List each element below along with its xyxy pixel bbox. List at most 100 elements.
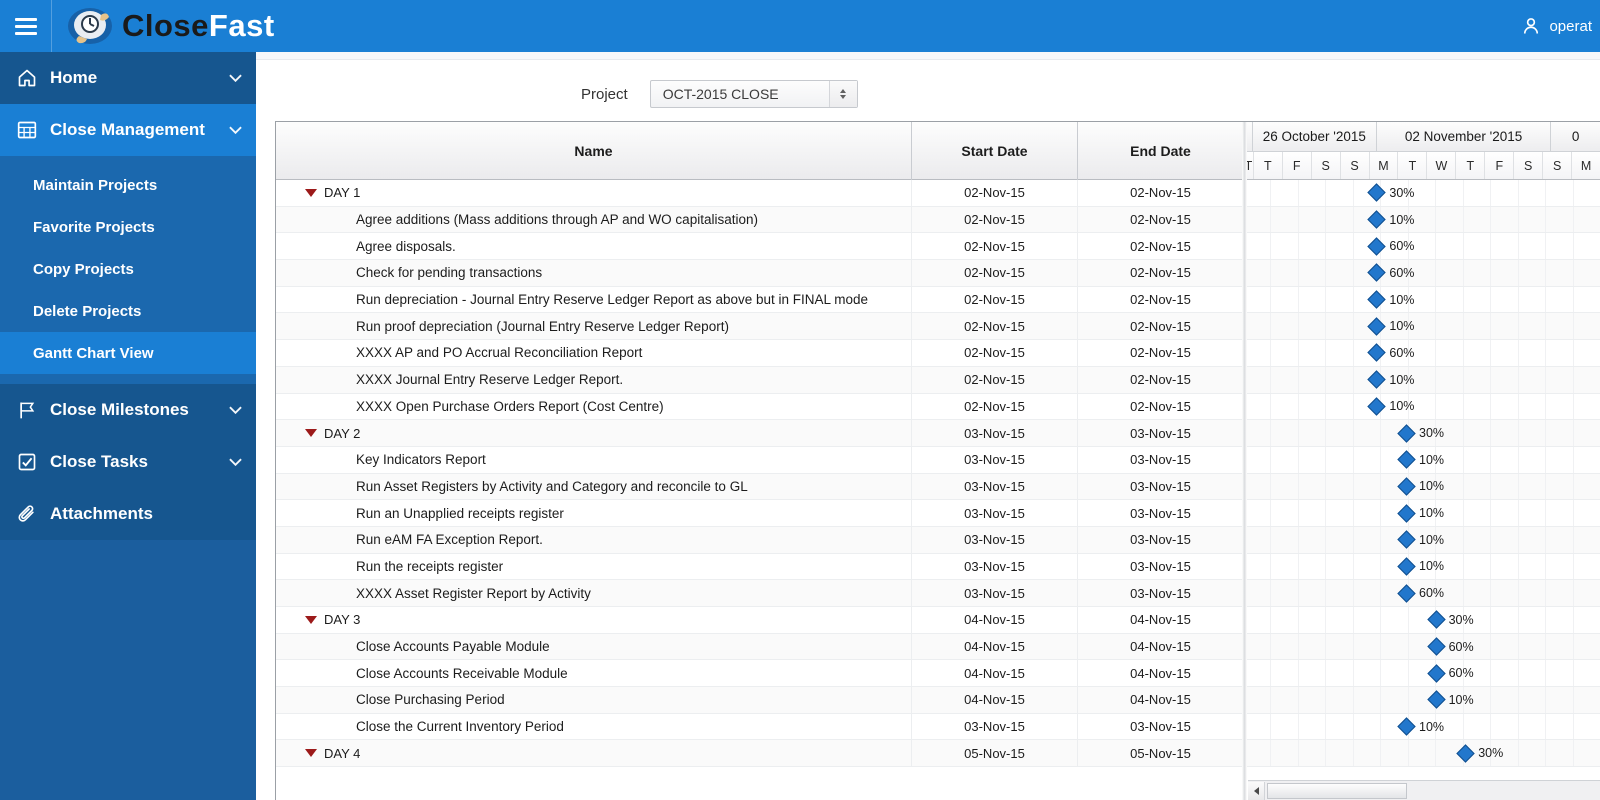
table-row[interactable]: Run the receipts register 03-Nov-15 03-Nov…: [276, 553, 1242, 581]
row-end-date: 03-Nov-15: [1077, 526, 1242, 553]
timeline-row: 10%: [1244, 393, 1600, 421]
sidebar-item-home[interactable]: Home: [0, 52, 256, 104]
milestone-marker[interactable]: 10%: [1367, 317, 1414, 336]
table-row[interactable]: XXXX AP and PO Accrual Reconciliation Re…: [276, 340, 1242, 367]
row-start-date: 03-Nov-15: [911, 500, 1077, 526]
timeline-row: 10%: [1244, 473, 1600, 501]
sidebar-subitem-delete-projects[interactable]: Delete Projects: [0, 290, 256, 332]
milestone-marker[interactable]: 60%: [1367, 343, 1414, 363]
milestone-marker[interactable]: 10%: [1397, 477, 1444, 496]
table-row[interactable]: Close Accounts Receivable Module 04-Nov-1…: [276, 660, 1242, 688]
milestone-marker[interactable]: 30%: [1456, 744, 1503, 763]
scroll-left-icon[interactable]: [1248, 781, 1265, 800]
table-row[interactable]: Run depreciation - Journal Entry Reserve…: [276, 286, 1242, 314]
user-menu[interactable]: operat: [1521, 0, 1600, 52]
project-select-value: OCT-2015 CLOSE: [662, 86, 779, 102]
milestone-marker[interactable]: 60%: [1367, 263, 1414, 283]
table-row[interactable]: Agree disposals. 02-Nov-15 02-Nov-15: [276, 233, 1242, 261]
table-row[interactable]: Run an Unapplied receipts register 03-Nov…: [276, 500, 1242, 527]
row-start-date: 04-Nov-15: [911, 687, 1077, 713]
table-row[interactable]: Close the Current Inventory Period 03-Nov…: [276, 713, 1242, 741]
close-management-submenu: Maintain Projects Favorite Projects Copy…: [0, 156, 256, 384]
milestone-marker[interactable]: 10%: [1397, 530, 1445, 549]
timeline-horizontal-scrollbar[interactable]: [1248, 780, 1600, 800]
sidebar-item-close-management[interactable]: Close Management: [0, 104, 256, 156]
table-row[interactable]: Run Asset Registers by Activity and Cate…: [276, 473, 1242, 501]
milestone-marker[interactable]: 10%: [1367, 290, 1414, 309]
milestone-marker[interactable]: 10%: [1397, 557, 1444, 576]
milestone-progress-label: 10%: [1419, 532, 1445, 547]
row-start-date: 03-Nov-15: [911, 420, 1077, 446]
timeline-day-label: T: [1254, 152, 1283, 179]
updown-arrow-icon[interactable]: [828, 81, 857, 107]
table-row[interactable]: Close Purchasing Period 04-Nov-15 04-Nov-1…: [276, 687, 1242, 714]
milestone-marker[interactable]: 60%: [1367, 237, 1414, 256]
task-row-name: Close the Current Inventory Period: [276, 714, 911, 740]
hamburger-icon[interactable]: [0, 0, 52, 52]
table-row[interactable]: XXXX Asset Register Report by Activity 03…: [276, 580, 1242, 607]
task-row-name: XXXX AP and PO Accrual Reconciliation Re…: [276, 340, 911, 366]
table-row[interactable]: DAY 2 03-Nov-15 03-Nov-15: [276, 420, 1242, 447]
row-name-label: XXXX Open Purchase Orders Report (Cost C…: [356, 398, 664, 414]
row-start-date: 02-Nov-15: [911, 340, 1077, 366]
table-row[interactable]: Agree additions (Mass additions through …: [276, 206, 1242, 234]
table-row[interactable]: DAY 3 04-Nov-15 04-Nov-15: [276, 607, 1242, 634]
row-end-date: 03-Nov-15: [1077, 553, 1242, 580]
milestone-marker[interactable]: 10%: [1367, 397, 1414, 416]
sidebar-subitem-gantt-chart-view[interactable]: Gantt Chart View: [0, 332, 256, 374]
column-header-end-date[interactable]: End Date: [1077, 122, 1242, 180]
row-name-label: XXXX AP and PO Accrual Reconciliation Re…: [356, 345, 643, 361]
column-header-name[interactable]: Name: [276, 122, 911, 180]
table-row[interactable]: DAY 1 02-Nov-15 02-Nov-15: [276, 180, 1242, 207]
milestone-diamond-icon: [1397, 423, 1416, 443]
table-row[interactable]: Run proof depreciation (Journal Entry Re…: [276, 313, 1242, 341]
sidebar-item-close-tasks[interactable]: Close Tasks: [0, 436, 256, 488]
milestone-marker[interactable]: 10%: [1367, 210, 1414, 229]
collapse-triangle-icon[interactable]: [305, 429, 317, 438]
milestone-marker[interactable]: 10%: [1367, 370, 1414, 389]
task-row-name: Key Indicators Report: [276, 447, 911, 473]
sidebar-subitem-maintain-projects[interactable]: Maintain Projects: [0, 164, 256, 206]
task-row-name: Run the receipts register: [276, 554, 911, 580]
table-row[interactable]: DAY 4 05-Nov-15 05-Nov-15: [276, 740, 1242, 768]
brand-logo-area[interactable]: CloseFast: [68, 6, 275, 46]
milestone-marker[interactable]: 60%: [1426, 637, 1474, 656]
project-select[interactable]: OCT-2015 CLOSE: [649, 80, 858, 108]
scrollbar-thumb[interactable]: [1267, 782, 1407, 799]
sidebar-item-close-milestones[interactable]: Close Milestones: [0, 384, 256, 436]
milestone-marker[interactable]: 10%: [1397, 717, 1444, 736]
milestone-marker[interactable]: 60%: [1426, 664, 1474, 683]
pane-splitter[interactable]: [1242, 122, 1247, 800]
task-row-name: Run an Unapplied receipts register: [276, 500, 911, 526]
timeline-month-label: 26 October '2015: [1253, 122, 1377, 151]
row-name-label: Agree additions (Mass additions through …: [356, 212, 758, 228]
scrollbar-track[interactable]: [1265, 782, 1600, 800]
milestone-marker[interactable]: 60%: [1397, 583, 1444, 603]
timeline-day-label: S: [1341, 152, 1370, 179]
milestone-marker[interactable]: 30%: [1367, 183, 1414, 203]
collapse-triangle-icon[interactable]: [305, 615, 317, 624]
table-row[interactable]: Run eAM FA Exception Report. 03-Nov-15 03-…: [276, 526, 1242, 554]
paperclip-icon: [14, 503, 40, 525]
sidebar-subitem-label: Delete Projects: [33, 302, 142, 320]
sidebar-subitem-copy-projects[interactable]: Copy Projects: [0, 248, 256, 290]
table-row[interactable]: Check for pending transactions 02-Nov-15 0…: [276, 260, 1242, 287]
column-header-start-date[interactable]: Start Date: [911, 122, 1077, 180]
sidebar-subitem-favorite-projects[interactable]: Favorite Projects: [0, 206, 256, 248]
timeline-row: 10%: [1244, 713, 1600, 741]
collapse-triangle-icon[interactable]: [305, 188, 317, 197]
milestone-marker[interactable]: 10%: [1397, 503, 1444, 523]
table-row[interactable]: XXXX Open Purchase Orders Report (Cost C…: [276, 393, 1242, 421]
milestone-marker[interactable]: 30%: [1397, 423, 1444, 443]
milestone-marker[interactable]: 30%: [1426, 610, 1474, 630]
sidebar-item-attachments[interactable]: Attachments: [0, 488, 256, 540]
row-end-date: 02-Nov-15: [1077, 340, 1242, 366]
table-row[interactable]: XXXX Journal Entry Reserve Ledger Report…: [276, 366, 1242, 394]
collapse-triangle-icon[interactable]: [305, 749, 317, 758]
milestone-marker[interactable]: 10%: [1397, 450, 1444, 469]
grid-icon: [14, 119, 40, 141]
table-row[interactable]: Close Accounts Payable Module 04-Nov-15 04…: [276, 633, 1242, 661]
task-row-name: Check for pending transactions: [276, 260, 911, 286]
milestone-marker[interactable]: 10%: [1426, 690, 1474, 710]
table-row[interactable]: Key Indicators Report 03-Nov-15 03-Nov-15: [276, 446, 1242, 474]
